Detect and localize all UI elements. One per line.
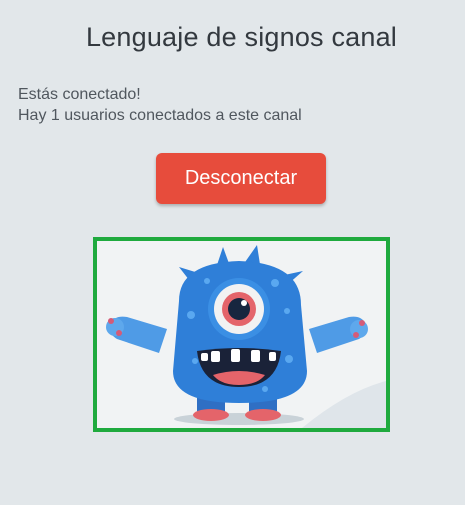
connection-status: Estás conectado! Hay 1 usuarios conectad… (18, 84, 302, 126)
page-title: Lenguaje de signos canal (85, 22, 398, 52)
video-frame (93, 237, 390, 432)
disconnect-button[interactable]: Desconectar (156, 153, 326, 204)
users-count-message: Hay 1 usuarios conectados a este canal (18, 107, 302, 124)
monster-mascot-image (106, 245, 386, 428)
connected-message: Estás conectado! (18, 86, 141, 103)
